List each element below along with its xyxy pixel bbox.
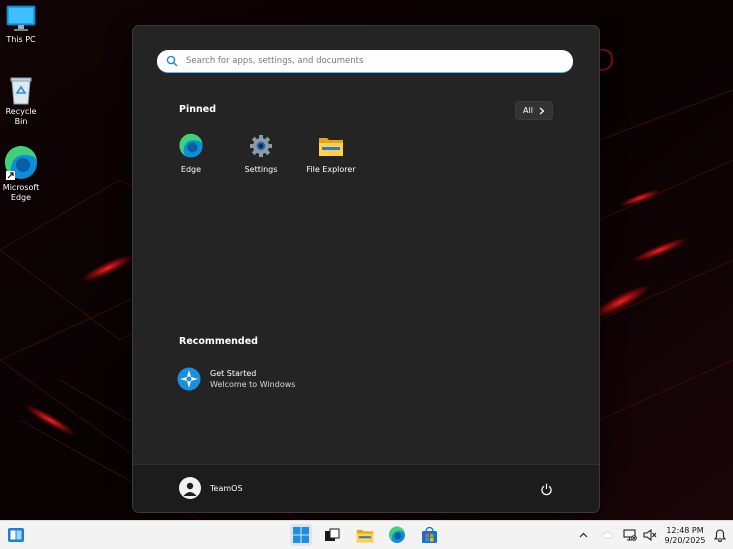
cloud-icon	[601, 531, 613, 539]
pinned-app-file-explorer[interactable]: File Explorer	[301, 133, 361, 174]
user-account-button[interactable]: TeamOS	[179, 477, 243, 499]
user-name: TeamOS	[210, 483, 243, 493]
widgets-button[interactable]	[5, 524, 27, 546]
recommended-item-subtitle: Welcome to Windows	[210, 380, 296, 389]
pinned-app-label: Edge	[180, 165, 202, 174]
avatar	[179, 477, 201, 499]
volume-button[interactable]	[642, 527, 658, 543]
search-input[interactable]	[186, 56, 546, 66]
desktop-icon-microsoft-edge[interactable]: Microsoft Edge	[0, 145, 44, 203]
power-icon	[540, 483, 552, 495]
desktop-icon-label-line2: Edge	[10, 193, 32, 202]
chevron-up-icon	[579, 532, 587, 538]
search-icon	[166, 55, 186, 67]
pinned-title: Pinned	[179, 104, 216, 115]
pinned-app-edge[interactable]: Edge	[161, 133, 221, 174]
file-explorer-icon	[356, 529, 374, 542]
notifications-button[interactable]	[712, 527, 728, 543]
taskbar-clock[interactable]: 12:48 PM 9/20/2025	[662, 526, 708, 546]
pinned-app-label: Settings	[244, 165, 278, 174]
task-view-icon	[325, 528, 340, 541]
task-view-button[interactable]	[321, 524, 343, 546]
clock-date: 9/20/2025	[664, 536, 706, 545]
taskbar-edge[interactable]	[386, 524, 408, 546]
edge-icon	[178, 133, 204, 159]
chevron-right-icon	[539, 107, 545, 114]
clock-time: 12:48 PM	[666, 526, 704, 535]
network-icon	[623, 529, 637, 541]
folder-icon	[318, 133, 344, 159]
pinned-app-label: File Explorer	[306, 165, 356, 174]
desktop-icon-label: This PC	[6, 35, 36, 44]
widgets-icon	[8, 528, 24, 542]
recommended-item-title: Get Started	[210, 369, 257, 378]
edge-icon	[388, 526, 405, 543]
desktop-icon-label-line1: Microsoft	[2, 183, 40, 192]
windows-start-icon	[293, 527, 309, 543]
taskbar-file-explorer[interactable]	[354, 524, 376, 546]
power-button[interactable]	[537, 480, 555, 498]
taskbar-store[interactable]	[418, 524, 440, 546]
user-icon	[183, 482, 197, 496]
desktop-icon-this-pc[interactable]: This PC	[0, 5, 44, 45]
all-apps-label: All	[523, 106, 533, 115]
pinned-app-settings[interactable]: Settings	[231, 133, 291, 174]
desktop-icon-label: Recycle Bin	[5, 107, 37, 126]
show-hidden-icons-button[interactable]	[576, 527, 590, 543]
speaker-muted-icon	[643, 529, 657, 541]
network-button[interactable]	[622, 527, 638, 543]
gear-icon	[248, 133, 274, 159]
monitor-icon	[6, 5, 36, 31]
recommended-item-get-started[interactable]: Get Started Welcome to Windows	[177, 367, 295, 391]
store-icon	[421, 526, 437, 543]
recommended-title: Recommended	[179, 336, 258, 347]
edge-icon	[4, 145, 37, 180]
all-apps-button[interactable]: All	[515, 101, 553, 120]
taskbar: 12:48 PM 9/20/2025	[0, 520, 733, 549]
tray-cloud-icon-button[interactable]	[600, 527, 614, 543]
recycle-bin-icon	[10, 77, 32, 105]
start-menu-footer: TeamOS	[133, 464, 599, 512]
notification-bell-icon	[714, 528, 726, 542]
desktop-icon-recycle-bin[interactable]: Recycle Bin	[0, 75, 44, 127]
get-started-icon	[177, 367, 201, 391]
start-menu: Pinned All Edge	[132, 25, 600, 513]
search-box[interactable]	[157, 50, 573, 73]
start-button[interactable]	[290, 524, 312, 546]
